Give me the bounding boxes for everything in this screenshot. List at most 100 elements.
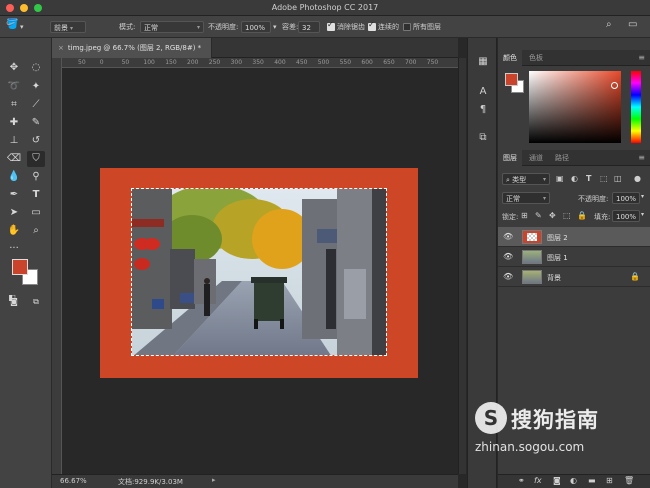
eyedropper-tool-icon[interactable]: ⟋ bbox=[27, 97, 45, 113]
contiguous-label: 连续的 bbox=[378, 23, 399, 31]
tab-color[interactable]: 颜色 bbox=[498, 50, 522, 66]
tab-swatches[interactable]: 色板 bbox=[524, 50, 548, 66]
filter-toggle-icon[interactable]: ● bbox=[634, 174, 641, 183]
brush-tool-icon[interactable]: ✎ bbox=[27, 115, 45, 131]
visibility-eye-icon[interactable]: 👁 bbox=[503, 252, 513, 261]
filter-type-icon[interactable]: T bbox=[586, 174, 591, 183]
watermark-brand: 搜狗指南 bbox=[511, 408, 599, 432]
layer-opacity-input[interactable]: 100% bbox=[612, 192, 640, 204]
fill-input[interactable]: 100% bbox=[612, 210, 640, 222]
hutong-photo[interactable] bbox=[131, 188, 387, 356]
lock-position-icon[interactable]: ✥ bbox=[549, 211, 556, 220]
ruler-tick-label: 600 bbox=[361, 59, 373, 66]
ruler-tick-label: 50 bbox=[121, 59, 130, 66]
layers-panel-menu-icon[interactable]: ≡ bbox=[638, 153, 645, 162]
screen-mode-icon[interactable]: ⧉ bbox=[27, 294, 45, 310]
close-tab-icon[interactable]: × bbox=[58, 44, 64, 52]
color-picker-cursor[interactable] bbox=[611, 82, 618, 89]
contiguous-checkbox[interactable] bbox=[368, 20, 376, 31]
lock-all-icon[interactable]: 🔒 bbox=[577, 211, 587, 220]
tolerance-input[interactable]: 32 bbox=[298, 21, 320, 33]
crop-tool-icon[interactable]: ⌗ bbox=[5, 97, 23, 113]
link-layers-icon[interactable]: ⚭ bbox=[518, 476, 525, 485]
new-layer-icon[interactable]: ⊞ bbox=[606, 476, 613, 485]
path-selection-tool-icon[interactable]: ➤ bbox=[5, 205, 23, 221]
character-panel-icon[interactable]: A bbox=[475, 84, 491, 100]
layer-filter-select[interactable]: ⌕ 类型 ▾ bbox=[502, 173, 550, 185]
blur-tool-icon[interactable]: 💧 bbox=[5, 169, 23, 185]
layer-name: 图层 1 bbox=[547, 254, 568, 262]
blend-mode-select[interactable]: 正常 ▾ bbox=[502, 192, 550, 204]
new-group-icon[interactable]: ▬ bbox=[588, 476, 596, 485]
opacity-chevron-icon[interactable]: ▾ bbox=[273, 21, 277, 33]
delete-layer-icon[interactable]: 🗑 bbox=[624, 476, 634, 485]
history-panel-icon[interactable]: ▦ bbox=[475, 54, 491, 70]
marquee-tool-icon[interactable]: ◌ bbox=[27, 60, 45, 76]
pen-tool-icon[interactable]: ✒ bbox=[5, 187, 23, 203]
layer-row[interactable]: 👁 图层 1 bbox=[498, 247, 650, 267]
canvas-area[interactable] bbox=[62, 68, 458, 474]
document-tab[interactable]: × timg.jpeg @ 66.7% (图层 2, RGB/8#) * bbox=[52, 38, 212, 58]
status-menu-chevron-icon[interactable]: ▸ bbox=[212, 476, 216, 484]
zoom-tool-icon[interactable]: ⌕ bbox=[27, 223, 45, 239]
filter-smart-object-icon[interactable]: ◫ bbox=[614, 174, 622, 183]
move-tool-icon[interactable]: ✥ bbox=[5, 60, 23, 76]
ruler-tick-label: 0 bbox=[99, 59, 104, 66]
artboard-layer-fill[interactable] bbox=[100, 168, 418, 378]
filter-pixel-icon[interactable]: ▣ bbox=[556, 174, 564, 183]
adjustment-layer-icon[interactable]: ◐ bbox=[570, 476, 577, 485]
lasso-tool-icon[interactable]: ➰ bbox=[5, 79, 23, 95]
tab-layers[interactable]: 图层 bbox=[498, 150, 522, 166]
lock-artboard-icon[interactable]: ⬚ bbox=[563, 211, 571, 220]
search-icon[interactable]: ⌕ bbox=[606, 19, 612, 31]
paint-bucket-tool-preset-icon[interactable]: 🪣 bbox=[6, 19, 18, 31]
fill-chevron-icon[interactable]: ▾ bbox=[641, 211, 644, 218]
clone-stamp-tool-icon[interactable]: ⊥ bbox=[5, 133, 23, 149]
mode-label: 模式: bbox=[119, 23, 136, 31]
filter-shape-icon[interactable]: ⬚ bbox=[600, 174, 608, 183]
zoom-level[interactable]: 66.67% bbox=[60, 477, 87, 485]
vertical-scrollbar[interactable] bbox=[458, 58, 466, 474]
ruler-tick-label: 400 bbox=[274, 59, 286, 66]
ruler-vertical bbox=[52, 58, 62, 474]
tab-channels[interactable]: 通道 bbox=[524, 150, 548, 166]
layer-opacity-chevron-icon[interactable]: ▾ bbox=[641, 193, 644, 200]
tab-paths[interactable]: 路径 bbox=[550, 150, 574, 166]
ruler-tick-label: 650 bbox=[383, 59, 395, 66]
layer-row[interactable]: 👁 图层 2 bbox=[498, 227, 650, 247]
layer-row[interactable]: 👁 背景 🔒 bbox=[498, 267, 650, 287]
hue-slider[interactable] bbox=[631, 71, 641, 143]
color-saturation-field[interactable] bbox=[529, 71, 621, 143]
color-panel-menu-icon[interactable]: ≡ bbox=[638, 53, 645, 62]
visibility-eye-icon[interactable]: 👁 bbox=[503, 272, 513, 281]
fill-source-select[interactable]: 前景 ▾ bbox=[50, 21, 86, 33]
all-layers-checkbox[interactable] bbox=[403, 23, 411, 31]
visibility-eye-icon[interactable]: 👁 bbox=[503, 232, 513, 241]
rectangle-tool-icon[interactable]: ▭ bbox=[27, 205, 45, 221]
hand-tool-icon[interactable]: ✋ bbox=[5, 223, 23, 239]
antialias-checkbox[interactable] bbox=[327, 20, 335, 31]
eraser-tool-icon[interactable]: ⌫ bbox=[5, 151, 23, 167]
tool-preset-chevron-icon[interactable]: ▾ bbox=[20, 21, 24, 33]
history-brush-tool-icon[interactable]: ↺ bbox=[27, 133, 45, 149]
foreground-color-swatch[interactable] bbox=[12, 259, 28, 275]
edit-toolbar-icon[interactable]: ··· bbox=[5, 241, 23, 257]
magic-wand-tool-icon[interactable]: ✦ bbox=[27, 79, 45, 95]
dodge-tool-icon[interactable]: ⚲ bbox=[27, 169, 45, 185]
lock-transparency-icon[interactable]: ⊞ bbox=[521, 211, 528, 220]
paragraph-panel-icon[interactable]: ¶ bbox=[475, 102, 491, 118]
filter-adjustment-icon[interactable]: ◐ bbox=[571, 174, 578, 183]
paint-bucket-tool-icon[interactable]: ⛉ bbox=[27, 151, 45, 167]
opacity-input[interactable]: 100% bbox=[241, 21, 271, 33]
healing-brush-tool-icon[interactable]: ✚ bbox=[5, 115, 23, 131]
color-panel-foreground-swatch[interactable] bbox=[505, 73, 518, 86]
type-tool-icon[interactable]: T bbox=[27, 187, 45, 203]
mode-select[interactable]: 正常 ▾ bbox=[140, 21, 204, 33]
adjustments-panel-icon[interactable]: ⧉ bbox=[475, 130, 491, 146]
add-mask-icon[interactable]: ◙ bbox=[553, 476, 561, 485]
lock-image-icon[interactable]: ✎ bbox=[535, 211, 542, 220]
layer-style-icon[interactable]: fx bbox=[534, 476, 542, 485]
workspace-icon[interactable]: ▭ bbox=[628, 19, 637, 31]
quick-mask-icon[interactable]: ◙ bbox=[5, 294, 23, 310]
document-tab-bar: × timg.jpeg @ 66.7% (图层 2, RGB/8#) * bbox=[52, 38, 458, 58]
